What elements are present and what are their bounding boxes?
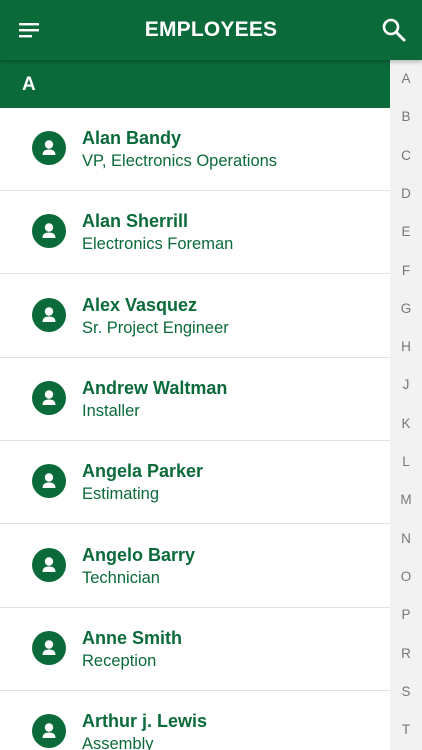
person-avatar-icon [32,630,66,665]
employee-row[interactable]: Alex Vasquez Sr. Project Engineer [0,274,390,358]
employee-row[interactable]: Alan Sherrill Electronics Foreman [0,191,390,275]
page-title: EMPLOYEES [144,18,278,41]
index-letter-m[interactable]: M [390,492,422,507]
employee-name: Andrew Waltman [82,377,228,398]
index-letter-a[interactable]: A [390,71,422,86]
index-letter-g[interactable]: G [390,301,422,316]
employee-job-title: Estimating [82,485,160,504]
employee-name: Alan Sherrill [82,211,189,232]
employee-job-title: Sr. Project Engineer [82,318,229,337]
employee-job-title: VP, Electronics Operations [82,152,278,170]
index-letter-l[interactable]: L [390,454,422,469]
employee-row[interactable]: Angelo Barry Technician [0,524,390,608]
employee-name: Arthur j. Lewis [82,711,208,732]
index-letter-d[interactable]: D [390,186,422,201]
index-letter-k[interactable]: K [390,416,422,431]
person-avatar-icon [32,131,66,165]
person-avatar-icon [32,464,66,499]
app-bar: EMPLOYEES [0,0,422,60]
person-avatar-icon [32,214,66,249]
alphabet-index-bar[interactable]: A B C D E F G H J K L M N O P R S T [390,60,422,750]
employee-name: Alex Vasquez [82,294,198,315]
employee-list[interactable]: Alan Bandy VP, Electronics Operations Alan… [0,108,390,750]
person-avatar-icon [32,297,66,332]
employee-job-title: Installer [82,401,140,420]
employee-name: Angela Parker [82,461,204,482]
index-letter-r[interactable]: R [390,646,422,661]
person-avatar-icon [32,547,66,582]
index-letter-h[interactable]: H [390,339,422,354]
index-letter-o[interactable]: O [390,569,422,584]
employee-job-title: Assembly [82,735,154,750]
index-letter-n[interactable]: N [390,531,422,546]
employee-job-title: Technician [82,568,160,587]
index-letter-j[interactable]: J [390,377,422,392]
index-letter-e[interactable]: E [390,224,422,239]
employee-row[interactable]: Angela Parker Estimating [0,441,390,525]
employee-job-title: Reception [82,651,157,670]
index-letter-c[interactable]: C [390,148,422,163]
employee-job-title: Electronics Foreman [82,235,234,254]
section-letter: A [22,74,36,95]
employee-row[interactable]: Andrew Waltman Installer [0,357,390,441]
index-letter-b[interactable]: B [390,109,422,124]
index-letter-f[interactable]: F [390,263,422,278]
employee-name: Alan Bandy [82,128,182,148]
employee-name: Angelo Barry [82,544,196,565]
employee-row[interactable]: Anne Smith Reception [0,607,390,691]
index-letter-t[interactable]: T [390,722,422,737]
person-avatar-icon [32,380,66,415]
search-icon[interactable] [380,16,408,44]
employee-row[interactable]: Arthur j. Lewis Assembly [0,691,390,750]
person-avatar-icon [32,714,66,749]
section-header: A [0,60,390,108]
employee-row[interactable]: Alan Bandy VP, Electronics Operations [0,108,390,191]
index-letter-s[interactable]: S [390,684,422,699]
employee-name: Anne Smith [82,627,183,648]
index-letter-p[interactable]: P [390,607,422,622]
